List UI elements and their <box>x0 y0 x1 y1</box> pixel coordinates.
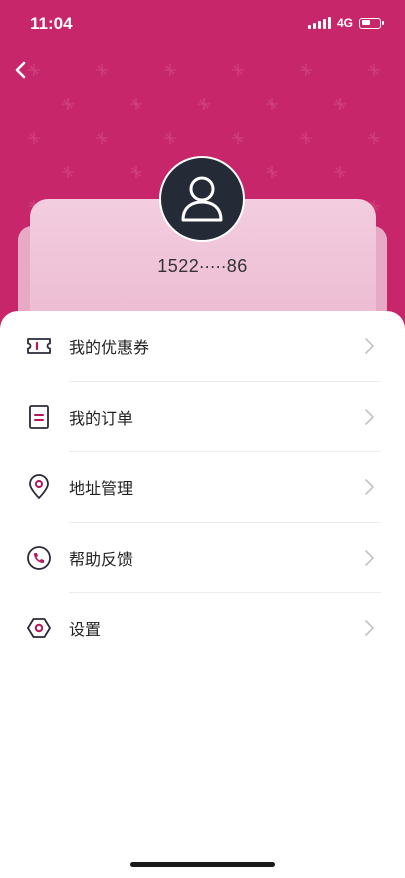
menu-item-settings[interactable]: 设置 <box>0 593 405 664</box>
menu-item-help[interactable]: 帮助反馈 <box>0 523 405 593</box>
back-button[interactable] <box>8 56 34 86</box>
chevron-right-icon <box>365 620 374 637</box>
menu-item-label: 帮助反馈 <box>69 549 134 569</box>
chevron-right-icon <box>365 479 374 496</box>
home-indicator[interactable] <box>130 862 275 867</box>
menu-item-coupons[interactable]: 我的优惠券 <box>0 311 405 382</box>
status-indicators: 4G <box>307 16 384 30</box>
menu-item-orders[interactable]: 我的订单 <box>0 382 405 452</box>
menu-item-label: 我的优惠券 <box>69 338 150 358</box>
menu-item-label: 设置 <box>69 620 102 640</box>
network-label: 4G <box>336 16 353 30</box>
status-time: 11:04 <box>30 14 73 33</box>
status-bar: 11:04 4G <box>0 0 405 48</box>
battery-icon <box>359 17 384 29</box>
order-icon <box>26 404 52 430</box>
chevron-right-icon <box>365 549 374 566</box>
phone-number: 1522∙∙∙∙∙86 <box>157 256 248 276</box>
settings-icon <box>26 615 52 641</box>
chevron-left-icon <box>15 61 26 79</box>
signal-icon <box>307 17 331 29</box>
avatar[interactable] <box>159 156 245 242</box>
user-icon <box>181 176 223 222</box>
menu-item-label: 我的订单 <box>69 408 134 428</box>
chevron-right-icon <box>365 408 374 425</box>
menu-list: 我的优惠券 我的订单 地址管理 帮助反馈 设置 <box>0 311 405 664</box>
coupon-icon <box>26 333 52 359</box>
menu-item-label: 地址管理 <box>69 479 134 499</box>
phone-icon <box>26 545 52 571</box>
chevron-right-icon <box>365 338 374 355</box>
location-icon <box>26 474 52 500</box>
menu-item-address[interactable]: 地址管理 <box>0 452 405 523</box>
menu-sheet: 我的优惠券 我的订单 地址管理 帮助反馈 设置 <box>0 311 405 878</box>
